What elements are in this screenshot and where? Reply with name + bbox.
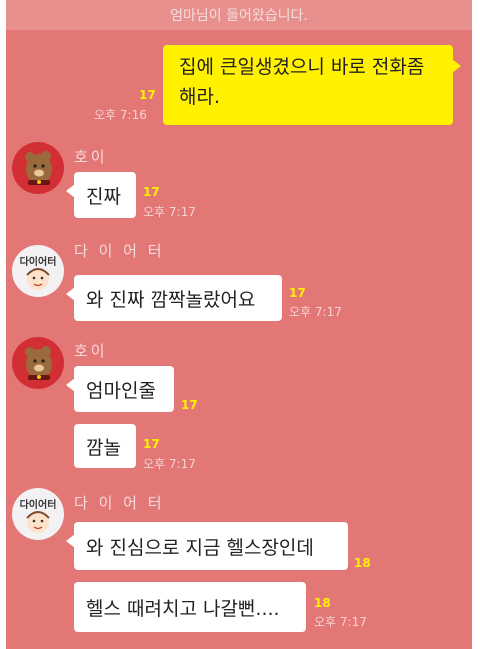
unread-count: 17: [289, 286, 306, 300]
message-bubble[interactable]: 엄마인줄: [66, 366, 174, 412]
sender-name: 호이: [74, 342, 108, 360]
avatar-label: 다이어터: [19, 257, 57, 268]
my-message-bubble[interactable]: 집에 큰일생겼으니 바로 전화좀 해라.: [163, 45, 461, 125]
my-message-text: 집에 큰일생겼으니 바로 전화좀 해라.: [179, 56, 425, 108]
message-text: 깜놀: [86, 436, 121, 459]
bear-character-icon: [25, 151, 52, 185]
message-text: 와 진짜 깜짝놀랐어요: [86, 288, 256, 311]
message-time: 오후 7:17: [289, 305, 342, 319]
profile-avatar[interactable]: [12, 142, 64, 194]
sender-name: 다 이 어 터: [74, 242, 165, 260]
message-bubble[interactable]: 와 진심으로 지금 헬스장인데: [66, 522, 348, 570]
chat-room: 엄마님이 들어왔습니다. 집에 큰일생겼으니 바로 전화좀 해라. 17 오후 …: [6, 0, 472, 649]
bear-character-icon: [25, 346, 52, 380]
message-time: 오후 7:17: [143, 457, 196, 471]
unread-count: 17: [143, 437, 160, 451]
profile-avatar[interactable]: 다이어터: [12, 245, 64, 297]
message-bubble[interactable]: 진짜: [66, 172, 136, 218]
unread-count: 17: [181, 398, 198, 412]
unread-count: 18: [314, 596, 331, 610]
message-bubble[interactable]: 와 진짜 깜짝놀랐어요: [66, 275, 282, 321]
message-time: 오후 7:17: [143, 205, 196, 219]
sender-name: 호이: [74, 148, 108, 166]
message-text: 헬스 때려치고 나갈뻔....: [86, 597, 280, 620]
unread-count: 17: [139, 88, 156, 102]
message-bubble[interactable]: 깜놀: [74, 424, 136, 468]
message-text: 엄마인줄: [86, 379, 156, 402]
message-text: 진짜: [86, 185, 121, 208]
system-notice: 엄마님이 들어왔습니다.: [6, 0, 472, 30]
avatar-label: 다이어터: [19, 500, 57, 511]
message-time: 오후 7:16: [94, 108, 147, 122]
profile-avatar[interactable]: [12, 337, 64, 389]
message-bubble[interactable]: 헬스 때려치고 나갈뻔....: [74, 582, 306, 632]
sender-name: 다 이 어 터: [74, 494, 165, 512]
unread-count: 18: [354, 556, 371, 570]
profile-avatar[interactable]: 다이어터: [12, 488, 64, 540]
message-text: 와 진심으로 지금 헬스장인데: [86, 536, 314, 559]
unread-count: 17: [143, 185, 160, 199]
message-time: 오후 7:17: [314, 615, 367, 629]
